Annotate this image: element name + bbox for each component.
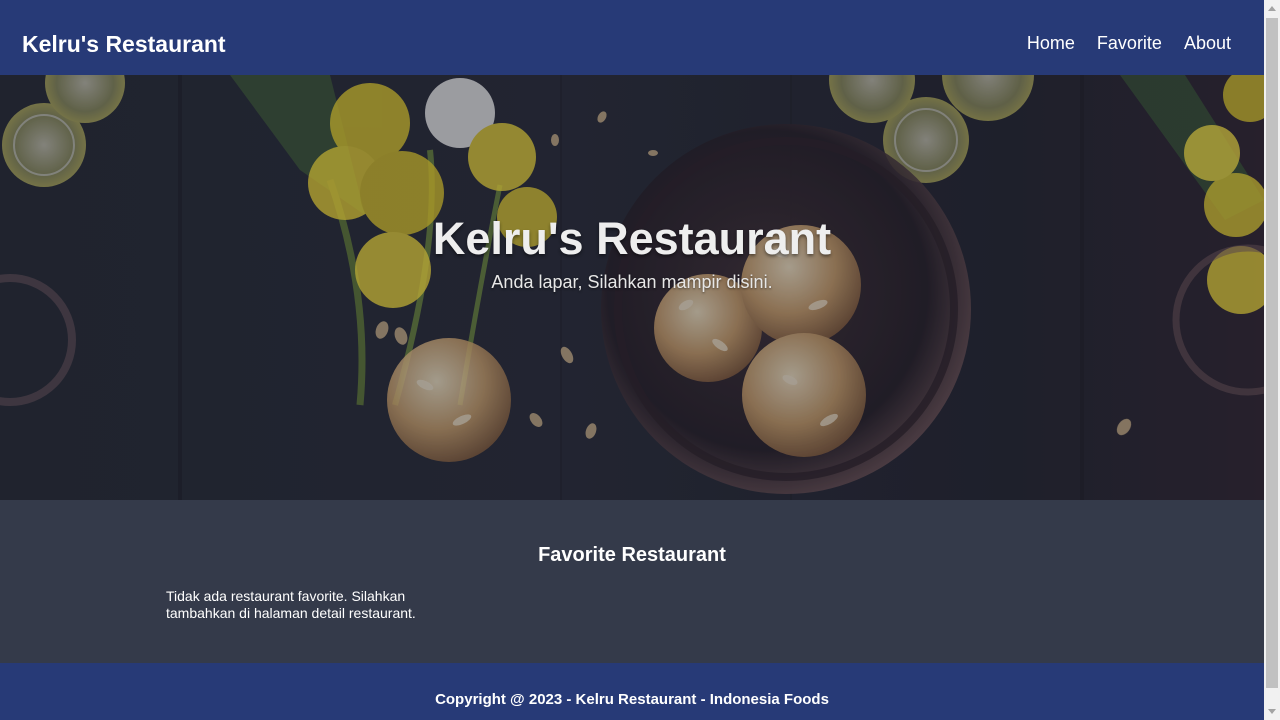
empty-favorite-message: Tidak ada restaurant favorite. Silahkan …	[166, 588, 416, 621]
hero-banner: Kelru's Restaurant Anda lapar, Silahkan …	[0, 75, 1264, 500]
favorite-section-title: Favorite Restaurant	[538, 544, 726, 566]
main-navigation: Home Favorite About	[1027, 31, 1231, 55]
nav-favorite-link[interactable]: Favorite	[1097, 31, 1162, 55]
brand-logo-text[interactable]: Kelru's Restaurant	[22, 29, 226, 59]
nav-about-link[interactable]: About	[1184, 31, 1231, 55]
chevron-up-icon[interactable]	[1268, 6, 1276, 11]
page-footer: Copyright @ 2023 - Kelru Restaurant - In…	[0, 663, 1264, 720]
hero-subtitle: Anda lapar, Silahkan mampir disini.	[491, 272, 773, 292]
nav-home-link[interactable]: Home	[1027, 31, 1075, 55]
restaurant-page: Kelru's Restaurant Home Favorite About K…	[0, 0, 1264, 720]
top-navigation-bar: Kelru's Restaurant Home Favorite About	[0, 0, 1264, 75]
vertical-scrollbar[interactable]	[1264, 0, 1280, 720]
chevron-down-icon[interactable]	[1268, 709, 1276, 714]
scrollbar-thumb[interactable]	[1266, 18, 1278, 688]
footer-copyright: Copyright @ 2023 - Kelru Restaurant - In…	[435, 691, 829, 708]
hero-title: Kelru's Restaurant	[432, 213, 832, 265]
favorite-restaurant-section: Favorite Restaurant Tidak ada restaurant…	[0, 500, 1264, 663]
